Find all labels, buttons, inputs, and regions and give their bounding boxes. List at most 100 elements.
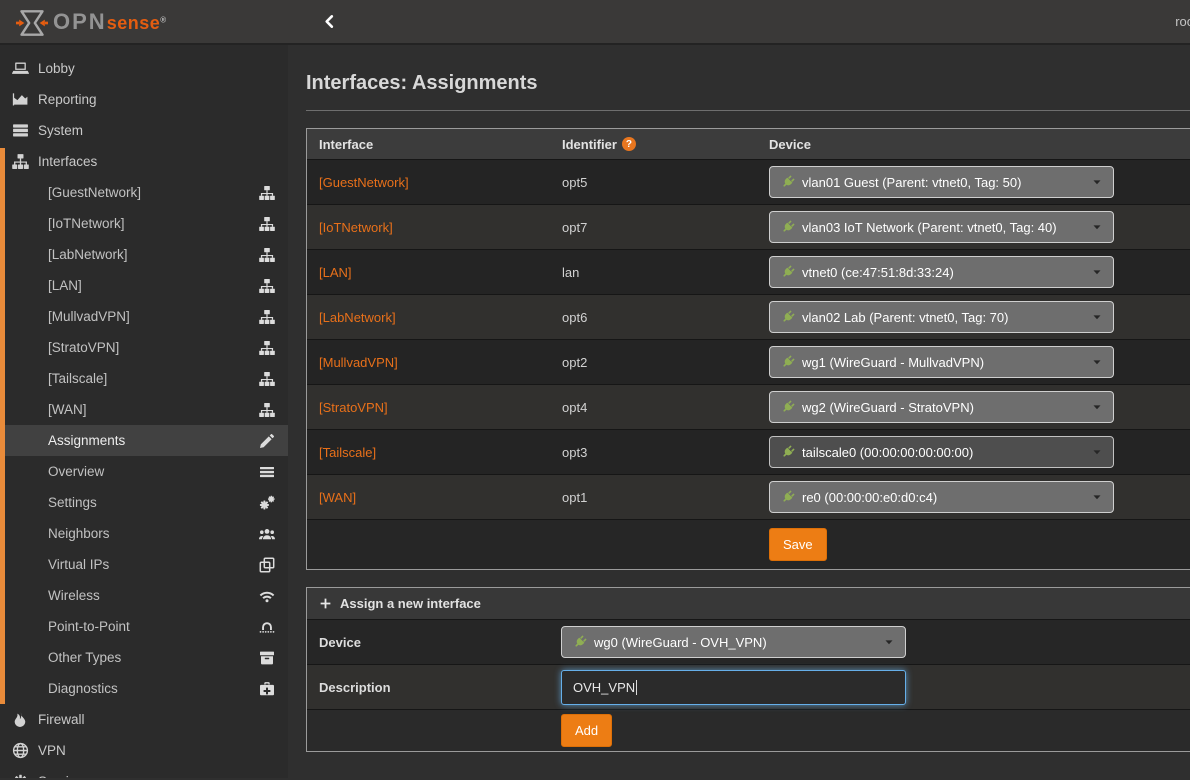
sidebar-item-label: VPN [38, 743, 66, 758]
device-form-row: Device wg0 (WireGuard - OVH_VPN) [307, 619, 1190, 664]
description-form-row: Description OVH_VPN [307, 664, 1190, 709]
sidebar-expanded-section: Interfaces [GuestNetwork] [IoTNetwork] [Lab… [0, 146, 288, 704]
interface-link[interactable]: [WAN] [319, 490, 356, 505]
sidebar-item-neighbors[interactable]: Neighbors [0, 518, 288, 549]
identifier-value: opt7 [562, 220, 587, 235]
device-select[interactable]: tailscale0 (00:00:00:00:00:00) [769, 436, 1114, 468]
sidebar-item-wireless[interactable]: Wireless [0, 580, 288, 611]
brand[interactable]: OPNsense® [0, 7, 288, 37]
sidebar-item-system[interactable]: System [0, 115, 288, 146]
sitemap-icon [259, 185, 275, 201]
sidebar-subitem-label: Neighbors [48, 526, 110, 541]
sidebar-item-overview[interactable]: Overview [0, 456, 288, 487]
sidebar-item-guestnetwork[interactable]: [GuestNetwork] [0, 177, 288, 208]
sidebar-subitem-label: [IoTNetwork] [48, 216, 125, 231]
sidebar-subitem-label: Overview [48, 464, 104, 479]
sidebar-item-wan[interactable]: [WAN] [0, 394, 288, 425]
reorder-icon [259, 464, 275, 480]
device-select[interactable]: vlan02 Lab (Parent: vtnet0, Tag: 70) [769, 301, 1114, 333]
device-select[interactable]: wg1 (WireGuard - MullvadVPN) [769, 346, 1114, 378]
plus-icon [319, 597, 332, 610]
caret-down-icon [1091, 221, 1103, 233]
server-icon [12, 122, 29, 139]
interface-link[interactable]: [StratoVPN] [319, 400, 388, 415]
device-select[interactable]: vlan01 Guest (Parent: vtnet0, Tag: 50) [769, 166, 1114, 198]
interface-link[interactable]: [IoTNetwork] [319, 220, 393, 235]
plug-icon [780, 400, 795, 415]
sidebar-subitem-label: [LabNetwork] [48, 247, 128, 262]
sidebar-subitem-label: Wireless [48, 588, 100, 603]
device-selected-value: vlan03 IoT Network (Parent: vtnet0, Tag:… [802, 220, 1057, 235]
identifier-value: opt3 [562, 445, 587, 460]
caret-down-icon [883, 636, 895, 648]
interface-link[interactable]: [LAN] [319, 265, 352, 280]
description-input-value: OVH_VPN [573, 680, 635, 695]
sidebar-item-reporting[interactable]: Reporting [0, 84, 288, 115]
sitemap-icon [259, 247, 275, 263]
sidebar-subitem-label: [MullvadVPN] [48, 309, 130, 324]
sidebar-item-diagnostics[interactable]: Diagnostics [0, 673, 288, 704]
sidebar-item-lan[interactable]: [LAN] [0, 270, 288, 301]
wifi-icon [259, 588, 275, 604]
device-selected-value: re0 (00:00:00:e0:d0:c4) [802, 490, 937, 505]
sidebar-item-virtual-ips[interactable]: Virtual IPs [0, 549, 288, 580]
assign-new-interface-title: Assign a new interface [340, 596, 481, 611]
sidebar-item-label: Firewall [38, 712, 85, 727]
plug-icon [780, 355, 795, 370]
medkit-icon [259, 681, 275, 697]
sidebar-item-stratovpn[interactable]: [StratoVPN] [0, 332, 288, 363]
bridge-icon [259, 619, 275, 635]
assignment-row-guestnetwork: [GuestNetwork]opt5vlan01 Guest (Parent: … [307, 159, 1190, 204]
sidebar-item-interfaces[interactable]: Interfaces [0, 146, 288, 177]
sidebar-item-label: Interfaces [38, 154, 97, 169]
sidebar-subitem-label: [LAN] [48, 278, 82, 293]
sidebar-item-mullvadvpn[interactable]: [MullvadVPN] [0, 301, 288, 332]
plug-icon [780, 175, 795, 190]
sitemap-icon [259, 309, 275, 325]
logo-sense: sense [107, 13, 161, 33]
device-selected-value: wg2 (WireGuard - StratoVPN) [802, 400, 974, 415]
sitemap-icon [259, 340, 275, 356]
plug-icon [780, 265, 795, 280]
sidebar-item-services[interactable]: Services [0, 766, 288, 778]
sidebar-item-vpn[interactable]: VPN [0, 735, 288, 766]
assignments-table: Interface Identifier ? Device [GuestNetw… [306, 128, 1190, 570]
device-selected-value: vlan01 Guest (Parent: vtnet0, Tag: 50) [802, 175, 1021, 190]
interface-link[interactable]: [MullvadVPN] [319, 355, 398, 370]
add-button[interactable]: Add [561, 714, 612, 747]
identifier-help-icon[interactable]: ? [622, 137, 636, 151]
new-device-select[interactable]: wg0 (WireGuard - OVH_VPN) [561, 626, 906, 658]
assignment-row-iotnetwork: [IoTNetwork] opt7 vlan03 IoT Network (Pare… [307, 204, 1190, 249]
interface-link[interactable]: [Tailscale] [319, 445, 376, 460]
sitemap-icon [12, 153, 29, 170]
sidebar-item-other-types[interactable]: Other Types [0, 642, 288, 673]
plug-icon [780, 445, 795, 460]
sidebar-subitem-label: [WAN] [48, 402, 87, 417]
sidebar-item-lobby[interactable]: Lobby [0, 53, 288, 84]
interface-link[interactable]: [LabNetwork] [319, 310, 396, 325]
device-select[interactable]: vtnet0 (ce:47:51:8d:33:24) [769, 256, 1114, 288]
device-select[interactable]: re0 (00:00:00:e0:d0:c4) [769, 481, 1114, 513]
sidebar-item-point-to-point[interactable]: Point-to-Point [0, 611, 288, 642]
description-input[interactable]: OVH_VPN [561, 670, 906, 705]
sidebar-item-firewall[interactable]: Firewall [0, 704, 288, 735]
table-save-row: Save [307, 519, 1190, 569]
sidebar-item-assignments[interactable]: Assignments [0, 425, 288, 456]
assign-new-interface-header: Assign a new interface [307, 588, 1190, 619]
device-select[interactable]: vlan03 IoT Network (Parent: vtnet0, Tag:… [769, 211, 1114, 243]
sidebar-collapse-button[interactable] [322, 14, 337, 29]
column-header-identifier: Identifier ? [562, 137, 757, 152]
plug-icon [780, 220, 795, 235]
clone-icon [259, 557, 275, 573]
sidebar-item-labnetwork[interactable]: [LabNetwork] [0, 239, 288, 270]
sidebar-item-iotnetwork[interactable]: [IoTNetwork] [0, 208, 288, 239]
area-chart-icon [12, 91, 29, 108]
sidebar-item-settings[interactable]: Settings [0, 487, 288, 518]
sidebar-item-tailscale[interactable]: [Tailscale] [0, 363, 288, 394]
interface-link[interactable]: [GuestNetwork] [319, 175, 409, 190]
sidebar-subitem-label: Point-to-Point [48, 619, 130, 634]
caret-down-icon [1091, 176, 1103, 188]
save-button[interactable]: Save [769, 528, 827, 561]
device-select[interactable]: wg2 (WireGuard - StratoVPN) [769, 391, 1114, 423]
sidebar-subitem-label: [Tailscale] [48, 371, 107, 386]
